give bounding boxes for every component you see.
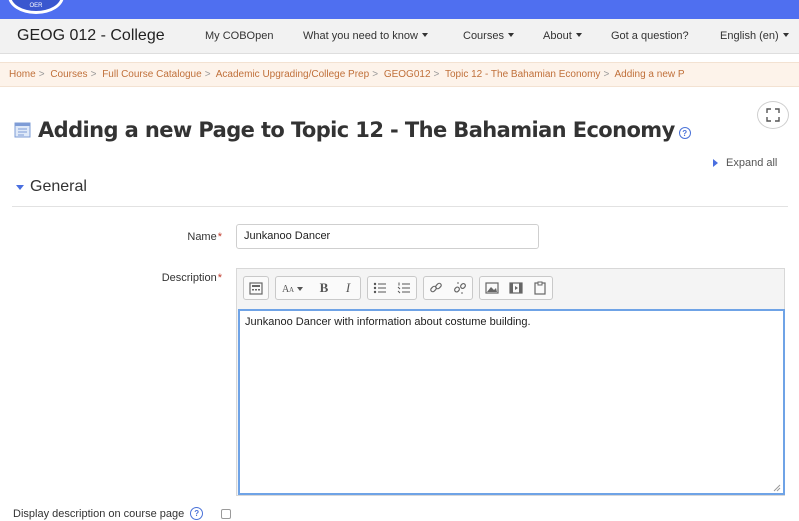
show-more-buttons-button[interactable] xyxy=(244,277,268,299)
breadcrumb-academic-upgrading[interactable]: Academic Upgrading/College Prep xyxy=(216,69,369,80)
page-heading: Adding a new Page to Topic 12 - The Baha… xyxy=(14,118,691,142)
media-icon xyxy=(509,282,523,294)
nav-got-a-question[interactable]: Got a question? xyxy=(611,30,689,42)
expand-icon xyxy=(766,108,780,122)
chevron-down-icon xyxy=(782,33,789,37)
link-icon xyxy=(430,282,442,293)
description-textarea[interactable]: Junkanoo Dancer with information about c… xyxy=(238,309,785,495)
breadcrumb-geog012[interactable]: GEOG012 xyxy=(384,69,431,80)
expand-all-label: Expand all xyxy=(726,157,778,169)
insert-media-button[interactable] xyxy=(504,277,528,299)
site-logo[interactable]: OER xyxy=(8,0,64,14)
bold-button[interactable]: B xyxy=(312,277,336,299)
keyboard-icon xyxy=(249,281,263,295)
section-divider xyxy=(12,206,788,207)
svg-text:A: A xyxy=(289,286,294,294)
breadcrumb-separator: > xyxy=(204,69,211,80)
toolbar-group xyxy=(423,276,473,300)
breadcrumb-separator: > xyxy=(90,69,97,80)
nav-what-you-need-to-know[interactable]: What you need to know xyxy=(303,30,428,42)
paragraph-styles-button[interactable]: A A xyxy=(276,277,312,299)
breadcrumb-home[interactable]: Home xyxy=(9,69,36,80)
fullscreen-toggle-button[interactable] xyxy=(757,101,789,129)
help-icon[interactable]: ? xyxy=(678,127,691,139)
toolbar-group xyxy=(479,276,553,300)
unordered-list-button[interactable] xyxy=(368,277,392,299)
chevron-down-icon xyxy=(421,33,428,37)
top-strip: OER xyxy=(0,0,799,19)
breadcrumb-courses[interactable]: Courses xyxy=(50,69,87,80)
section-general-toggle[interactable]: General xyxy=(16,178,87,196)
name-input[interactable]: Junkanoo Dancer xyxy=(236,224,539,249)
italic-button[interactable]: I xyxy=(336,277,360,299)
chevron-down-icon xyxy=(575,33,582,37)
name-label: Name* xyxy=(187,231,222,243)
breadcrumb-current: Adding a new P xyxy=(614,69,685,80)
breadcrumb-full-course-catalogue[interactable]: Full Course Catalogue xyxy=(102,69,202,80)
display-description-label: Display description on course page xyxy=(13,507,185,520)
bullet-list-icon xyxy=(373,282,386,294)
toolbar-group xyxy=(367,276,417,300)
required-icon: * xyxy=(217,231,222,243)
breadcrumb-bar: Home > Courses > Full Course Catalogue > Ac… xyxy=(0,62,799,87)
breadcrumb-topic-12[interactable]: Topic 12 - The Bahamian Economy xyxy=(445,69,600,80)
breadcrumb: Home > Courses > Full Course Catalogue > Ac… xyxy=(9,69,685,80)
page-icon xyxy=(14,122,31,138)
numbered-list-icon xyxy=(397,282,410,294)
nav-my-cobopen[interactable]: My COBOpen xyxy=(205,30,273,42)
font-style-icon: A A xyxy=(282,284,303,294)
unlink-button[interactable] xyxy=(448,277,472,299)
required-icon: * xyxy=(217,272,222,284)
logo-text: OER xyxy=(29,3,43,9)
resize-grip-icon[interactable] xyxy=(773,484,781,492)
nav-about[interactable]: About xyxy=(543,30,582,42)
image-icon xyxy=(485,282,499,294)
link-button[interactable] xyxy=(424,277,448,299)
toolbar-group xyxy=(243,276,269,300)
section-title: General xyxy=(30,178,87,195)
display-description-row: Display description on course page ? xyxy=(13,507,232,520)
description-label: Description* xyxy=(161,272,222,284)
unlink-icon xyxy=(454,282,466,294)
ordered-list-button[interactable] xyxy=(392,277,416,299)
breadcrumb-separator: > xyxy=(433,69,440,80)
expand-all-link[interactable]: Expand all xyxy=(713,157,777,169)
toolbar-group: A A B I xyxy=(275,276,361,300)
description-editor: A A B I Junkanoo Dancer with information… xyxy=(236,268,785,496)
breadcrumb-separator: > xyxy=(372,69,379,80)
clipboard-icon xyxy=(534,281,546,295)
course-brand-link[interactable]: GEOG 012 - College xyxy=(17,27,165,45)
editor-toolbar: A A B I xyxy=(243,276,559,300)
triangle-right-icon xyxy=(713,159,718,167)
triangle-down-icon xyxy=(16,184,24,190)
nav-language[interactable]: English (en) xyxy=(720,30,789,42)
insert-image-button[interactable] xyxy=(480,277,504,299)
help-icon[interactable]: ? xyxy=(190,507,204,520)
display-description-checkbox[interactable] xyxy=(221,508,232,519)
page-title: Adding a new Page to Topic 12 - The Baha… xyxy=(38,118,675,142)
manage-files-button[interactable] xyxy=(528,277,552,299)
chevron-down-icon xyxy=(507,33,514,37)
breadcrumb-separator: > xyxy=(38,69,45,80)
breadcrumb-separator: > xyxy=(603,69,610,80)
navbar: GEOG 012 - College My COBOpen What you n… xyxy=(0,19,799,54)
nav-courses[interactable]: Courses xyxy=(463,30,514,42)
